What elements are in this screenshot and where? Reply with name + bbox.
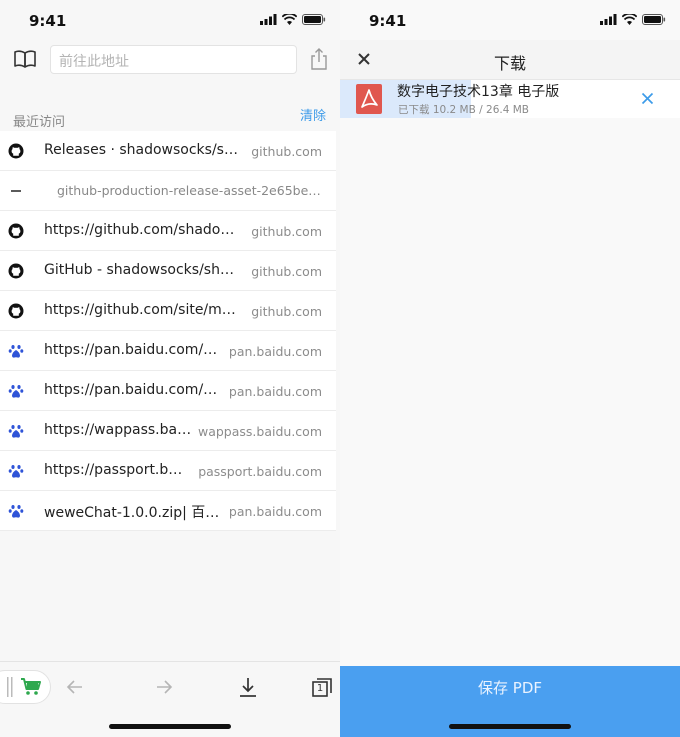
history-row[interactable]: https://passport.bai... passport.baidu.c…	[0, 451, 336, 491]
history-domain: pan.baidu.com	[228, 504, 322, 519]
history-title: Releases · shadowsocks/sh...	[44, 142, 240, 158]
download-icon[interactable]	[237, 676, 259, 698]
github-icon	[8, 143, 24, 159]
cancel-download-icon[interactable]	[641, 92, 654, 105]
save-pdf-label: 保存 PDF	[478, 679, 542, 697]
history-title: https://wappass.baid...	[44, 422, 194, 438]
clear-history-button[interactable]: 清除	[300, 105, 326, 124]
home-indicator	[109, 724, 231, 729]
address-input[interactable]: 前往此地址	[50, 45, 297, 74]
tab-count: 1	[316, 683, 324, 694]
page-title: 下载	[493, 54, 526, 73]
browser-panel: 9:41 前往此地址 最近访问 清除 Releases · shadowsock…	[0, 0, 340, 737]
baidu-paw-icon	[8, 425, 24, 438]
history-row[interactable]: GitHub - shadowsocks/shad... github.com	[0, 251, 336, 291]
baidu-paw-icon	[8, 345, 24, 358]
github-icon	[8, 263, 24, 279]
history-list: Releases · shadowsocks/sh... github.com …	[0, 131, 336, 531]
tabs-button[interactable]: 1	[311, 676, 333, 698]
wifi-icon	[622, 14, 637, 25]
save-pdf-button[interactable]: 保存 PDF	[340, 666, 680, 737]
battery-icon	[302, 14, 326, 25]
cart-button[interactable]	[0, 670, 51, 704]
status-time: 9:41	[369, 12, 407, 30]
history-title: https://pan.baidu.com/wa...	[44, 342, 224, 358]
share-icon[interactable]	[309, 48, 329, 70]
history-domain: pan.baidu.com	[228, 344, 322, 359]
history-title: GitHub - shadowsocks/shad...	[44, 262, 242, 278]
history-row[interactable]: https://github.com/shadows... github.com	[0, 211, 336, 251]
pdf-file-icon	[356, 84, 382, 114]
history-title: https://passport.bai...	[44, 462, 189, 478]
status-bar: 9:41	[0, 0, 340, 40]
status-time: 9:41	[29, 12, 67, 30]
home-indicator	[449, 724, 571, 729]
history-domain: github.com	[251, 264, 322, 279]
history-row[interactable]: https://wappass.baid... wappass.baidu.co…	[0, 411, 336, 451]
dash-icon	[11, 190, 21, 192]
history-row[interactable]: weweChat-1.0.0.zip| 百度... pan.baidu.com	[0, 491, 336, 531]
baidu-paw-icon	[8, 465, 24, 478]
downloads-panel: 9:41 下载 数字电子技术13章 电子版 已下载 10.2 MB / 26.4…	[340, 0, 680, 737]
history-row[interactable]: https://pan.baidu.com/wa... pan.baidu.co…	[0, 371, 336, 411]
history-title: https://pan.baidu.com/wa...	[44, 382, 224, 398]
history-row[interactable]: Releases · shadowsocks/sh... github.com	[0, 131, 336, 171]
forward-arrow-icon[interactable]	[153, 676, 175, 698]
bottom-toolbar: 1	[0, 661, 340, 737]
back-arrow-icon[interactable]	[64, 676, 86, 698]
history-title: github-production-release-asset-2e65be.s…	[57, 183, 323, 198]
downloads-header: 下载	[340, 40, 680, 80]
history-domain: pan.baidu.com	[228, 384, 322, 399]
history-title: https://github.com/shadows...	[44, 222, 242, 238]
github-icon	[8, 303, 24, 319]
battery-icon	[642, 14, 666, 25]
recent-visits-heading: 最近访问	[13, 115, 66, 130]
download-filename: 数字电子技术13章 电子版	[397, 84, 560, 100]
baidu-paw-icon	[8, 385, 24, 398]
download-item[interactable]: 数字电子技术13章 电子版 已下载 10.2 MB / 26.4 MB	[340, 80, 680, 118]
history-domain: passport.baidu.com	[198, 464, 322, 479]
history-domain: wappass.baidu.com	[197, 424, 322, 439]
signal-icon	[600, 14, 617, 25]
bookmarks-book-icon[interactable]	[13, 49, 37, 69]
download-progress-text: 已下载 10.2 MB / 26.4 MB	[398, 104, 530, 116]
history-row[interactable]: https://pan.baidu.com/wa... pan.baidu.co…	[0, 331, 336, 371]
status-bar: 9:41	[340, 0, 680, 40]
signal-icon	[260, 14, 277, 25]
history-domain: github.com	[251, 224, 322, 239]
history-row[interactable]: github-production-release-asset-2e65be.s…	[0, 171, 336, 211]
drag-handle-icon	[7, 677, 13, 697]
history-domain: github.com	[251, 144, 322, 159]
status-icons	[600, 14, 666, 25]
baidu-paw-icon	[8, 505, 24, 518]
history-title: https://github.com/site/mobi...	[44, 302, 242, 318]
github-icon	[8, 223, 24, 239]
history-row[interactable]: https://github.com/site/mobi... github.c…	[0, 291, 336, 331]
address-placeholder: 前往此地址	[59, 54, 129, 70]
history-domain: github.com	[251, 304, 322, 319]
status-icons	[260, 14, 326, 25]
cart-icon	[21, 678, 41, 695]
wifi-icon	[282, 14, 297, 25]
history-title: weweChat-1.0.0.zip| 百度...	[44, 505, 226, 521]
